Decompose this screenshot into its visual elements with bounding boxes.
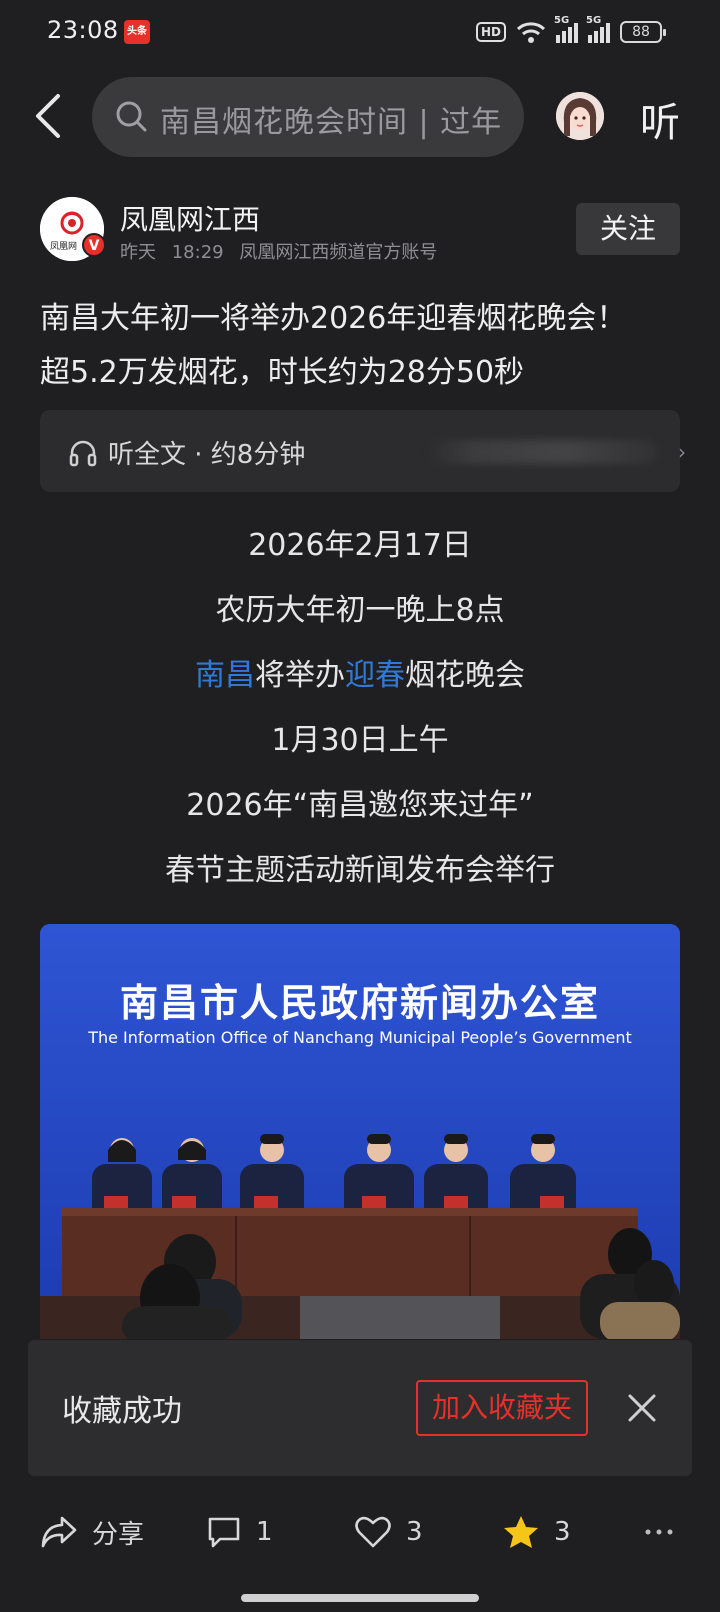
body-line-time: 农历大年初一晚上8点 <box>215 593 505 628</box>
comment-count: 1 <box>256 1517 273 1547</box>
status-time: 23:08 <box>47 16 119 44</box>
hd-icon: HD <box>475 22 506 42</box>
search-placeholder: 南昌烟花晚会时间 | 过年 <box>160 105 503 140</box>
search-input[interactable]: 南昌烟花晚会时间 | 过年 <box>92 77 524 157</box>
user-avatar[interactable] <box>556 92 604 140</box>
listen-full-text-label: 听全文 · 约8分钟 <box>108 440 306 470</box>
title-line-2: 超5.2万发烟花，时长约为28分50秒 <box>40 355 525 390</box>
home-indicator[interactable] <box>241 1594 479 1602</box>
title-line-1: 南昌大年初一将举办2026年迎春烟花晚会！ <box>40 301 627 336</box>
favorite-button[interactable]: 3 <box>502 1500 571 1564</box>
status-indicators: HD 5G 5G 88 <box>475 15 666 46</box>
signal-icon-1: 5G <box>554 15 578 43</box>
post-date: 昨天 <box>120 242 156 263</box>
battery-icon: 88 <box>620 21 666 43</box>
bottom-action-bar: 分享 1 3 3 <box>0 1500 720 1564</box>
favorite-count: 3 <box>554 1517 571 1547</box>
more-button[interactable] <box>644 1500 674 1564</box>
body-text: 烟花晚会 <box>405 658 525 693</box>
signal-icon-2: 5G <box>586 15 610 43</box>
author-name[interactable]: 凤凰网江西 <box>120 198 260 238</box>
like-button[interactable]: 3 <box>354 1500 423 1564</box>
author-avatar[interactable]: 凤凰网 V <box>40 197 106 261</box>
comment-icon <box>208 1517 240 1548</box>
back-button[interactable] <box>30 88 70 144</box>
comment-button[interactable]: 1 <box>206 1500 273 1564</box>
body-line-campaign: 2026年“南昌邀您来过年” <box>186 788 534 823</box>
heart-icon <box>355 1516 391 1548</box>
favorite-success-toast: 收藏成功 加入收藏夹 <box>28 1340 692 1476</box>
link-nanchang[interactable]: 南昌 <box>195 658 255 693</box>
listen-full-text-bar[interactable]: 听全文 · 约8分钟 › <box>40 410 686 492</box>
post-time: 18:29 <box>171 242 224 263</box>
chevron-left-icon <box>36 94 60 138</box>
share-button[interactable]: 分享 <box>40 1500 144 1564</box>
add-to-folder-button[interactable]: 加入收藏夹 <box>416 1380 588 1436</box>
article-photo[interactable]: 南昌市人民政府新闻办公室 The Information Office of N… <box>40 924 680 1339</box>
body-line-press-conference: 春节主题活动新闻发布会举行 <box>165 853 555 888</box>
verified-badge: V <box>82 233 106 257</box>
listen-button[interactable]: 听 <box>640 90 680 148</box>
author-description: 凤凰网江西频道官方账号 <box>239 242 438 263</box>
share-label: 分享 <box>92 1519 145 1550</box>
link-yingchun[interactable]: 迎春 <box>345 658 405 693</box>
search-icon <box>116 101 147 132</box>
toutiao-app-icon: 头条 <box>124 20 150 44</box>
author-meta: 昨天 18:29 凤凰网江西频道官方账号 <box>120 238 437 264</box>
chevron-right-icon: › <box>678 440 686 464</box>
status-bar: 23:08 头条 HD 5G 5G 88 <box>0 0 720 64</box>
more-icon <box>645 1529 673 1535</box>
photo-banner-title: 南昌市人民政府新闻办公室 <box>119 981 600 1025</box>
toast-message: 收藏成功 <box>62 1394 182 1429</box>
body-line-date: 2026年2月17日 <box>248 528 472 563</box>
author-logo-text: 凤凰网 <box>50 242 78 252</box>
body-line-press-date: 1月30日上午 <box>271 723 449 758</box>
body-line-event: 南昌将举办迎春烟花晚会 <box>0 650 720 694</box>
like-count: 3 <box>406 1517 423 1547</box>
share-icon <box>41 1516 77 1548</box>
star-icon <box>504 1516 538 1548</box>
article-title: 南昌大年初一将举办2026年迎春烟花晚会！ 超5.2万发烟花，时长约为28分50… <box>40 292 690 400</box>
photo-banner-subtitle: The Information Office of Nanchang Munic… <box>88 1028 632 1047</box>
wifi-icon <box>516 22 546 43</box>
close-icon[interactable] <box>620 1386 664 1430</box>
headphone-icon <box>69 440 97 467</box>
avatar-image <box>556 92 604 140</box>
follow-button[interactable]: 关注 <box>576 203 680 255</box>
blurred-summary <box>426 440 658 464</box>
body-text: 将举办 <box>255 658 345 693</box>
